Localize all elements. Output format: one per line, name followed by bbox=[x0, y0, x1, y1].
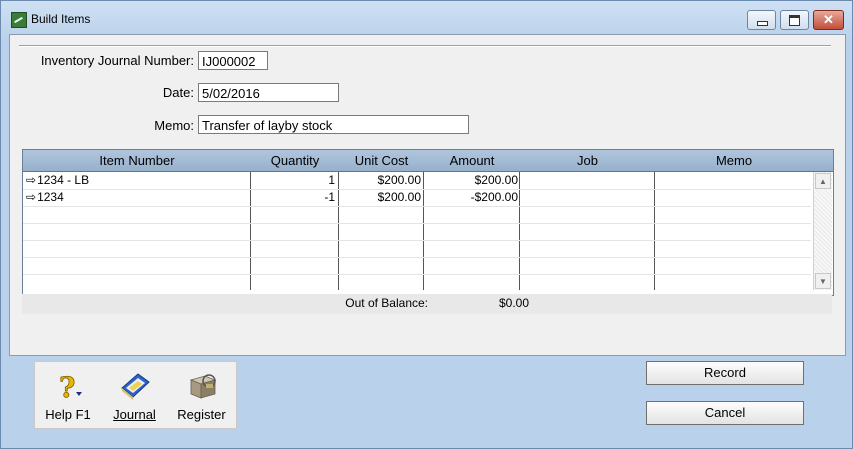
register-boxes-icon bbox=[185, 370, 219, 402]
quantity-cell[interactable]: -1 bbox=[253, 189, 335, 206]
vertical-scrollbar[interactable]: ▲ ▼ bbox=[813, 172, 832, 290]
divider bbox=[19, 45, 831, 47]
journal-label: Journal bbox=[113, 407, 156, 422]
window-title: Build Items bbox=[31, 12, 91, 26]
row-divider bbox=[23, 223, 811, 224]
memo-field[interactable]: Transfer of layby stock bbox=[198, 115, 469, 134]
help-label: Help F1 bbox=[45, 407, 91, 422]
column-header-unit-cost[interactable]: Unit Cost bbox=[339, 150, 424, 171]
amount-cell[interactable]: $200.00 bbox=[426, 172, 518, 189]
unit-cost-cell[interactable]: $200.00 bbox=[341, 189, 421, 206]
scroll-down-icon[interactable]: ▼ bbox=[815, 273, 831, 289]
register-button[interactable]: Register bbox=[168, 362, 235, 428]
close-icon: ✕ bbox=[823, 12, 834, 27]
zoom-arrow-icon[interactable]: ⇨ bbox=[26, 190, 36, 204]
balance-bar: Out of Balance: $0.00 bbox=[22, 294, 832, 314]
memo-label: Memo: bbox=[154, 118, 194, 133]
amount-cell[interactable]: -$200.00 bbox=[426, 189, 518, 206]
date-field[interactable]: 5/02/2016 bbox=[198, 83, 339, 102]
cancel-button[interactable]: Cancel bbox=[646, 401, 804, 425]
maximize-icon bbox=[789, 15, 800, 26]
journal-book-icon bbox=[118, 370, 152, 402]
date-label: Date: bbox=[162, 85, 194, 100]
out-of-balance-value: $0.00 bbox=[498, 296, 529, 310]
job-cell[interactable] bbox=[523, 172, 651, 189]
out-of-balance-label: Out of Balance: bbox=[345, 296, 428, 310]
items-grid: Item Number Quantity Unit Cost Amount Jo… bbox=[22, 149, 834, 296]
close-button[interactable]: ✕ bbox=[813, 10, 844, 30]
column-header-quantity[interactable]: Quantity bbox=[251, 150, 339, 171]
memo-cell[interactable] bbox=[658, 189, 808, 206]
minimize-icon bbox=[757, 21, 768, 26]
memo-cell[interactable] bbox=[658, 172, 808, 189]
journal-number-label: Inventory Journal Number: bbox=[40, 53, 194, 68]
column-header-amount[interactable]: Amount bbox=[424, 150, 520, 171]
row-divider bbox=[23, 257, 811, 258]
table-row[interactable]: ⇨1234 - LB 1 $200.00 $200.00 bbox=[23, 172, 811, 189]
minimize-button[interactable] bbox=[747, 10, 776, 30]
table-row[interactable]: ⇨1234 -1 $200.00 -$200.00 bbox=[23, 189, 811, 206]
item-number-cell[interactable]: ⇨1234 - LB bbox=[26, 172, 248, 189]
grid-header: Item Number Quantity Unit Cost Amount Jo… bbox=[23, 150, 833, 172]
bottom-toolbar: ? Help F1 Journal Register bbox=[34, 361, 237, 429]
item-number-cell[interactable]: ⇨1234 bbox=[26, 189, 248, 206]
row-divider bbox=[23, 240, 811, 241]
column-header-memo[interactable]: Memo bbox=[655, 150, 813, 171]
register-label: Register bbox=[177, 407, 226, 422]
quantity-cell[interactable]: 1 bbox=[253, 172, 335, 189]
row-divider bbox=[23, 206, 811, 207]
zoom-arrow-icon[interactable]: ⇨ bbox=[26, 173, 36, 187]
column-header-item-number[interactable]: Item Number bbox=[23, 150, 251, 171]
question-mark-icon: ? bbox=[51, 370, 85, 404]
unit-cost-cell[interactable]: $200.00 bbox=[341, 172, 421, 189]
form-panel: Inventory Journal Number: IJ000002 Date:… bbox=[9, 34, 846, 356]
title-bar[interactable]: Build Items ✕ bbox=[1, 1, 852, 35]
column-header-job[interactable]: Job bbox=[520, 150, 655, 171]
record-button[interactable]: Record bbox=[646, 361, 804, 385]
journal-number-field[interactable]: IJ000002 bbox=[198, 51, 268, 70]
maximize-button[interactable] bbox=[780, 10, 809, 30]
row-divider bbox=[23, 274, 811, 275]
scroll-up-icon[interactable]: ▲ bbox=[815, 173, 831, 189]
job-cell[interactable] bbox=[523, 189, 651, 206]
build-items-window: Build Items ✕ Inventory Journal Number: … bbox=[0, 0, 853, 449]
svg-text:?: ? bbox=[59, 371, 75, 402]
help-button[interactable]: ? Help F1 bbox=[35, 362, 102, 428]
app-icon bbox=[11, 12, 27, 28]
journal-button[interactable]: Journal bbox=[101, 362, 169, 428]
